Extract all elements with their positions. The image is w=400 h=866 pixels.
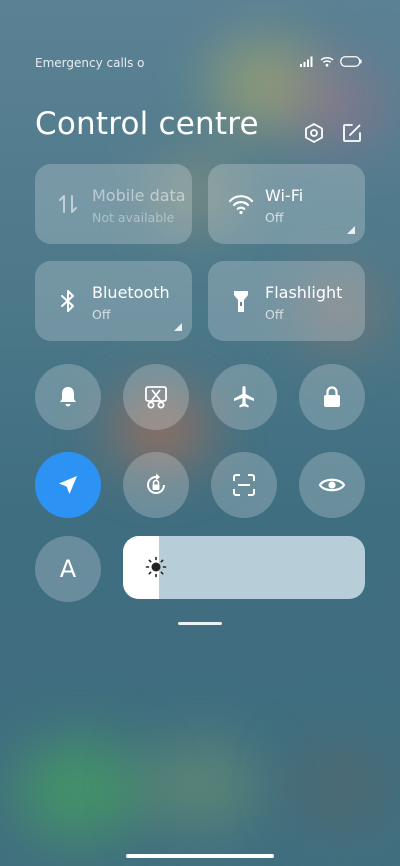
toggle-rotation-lock[interactable]	[123, 452, 189, 518]
screenshot-icon	[145, 386, 167, 409]
status-carrier-text: Emergency calls o	[35, 56, 145, 70]
tile-status: Off	[92, 307, 111, 322]
home-indicator[interactable]	[126, 854, 274, 858]
toggle-scanner[interactable]	[211, 452, 277, 518]
scanner-icon	[233, 474, 255, 496]
battery-icon	[340, 56, 362, 67]
auto-brightness-icon: A	[59, 555, 77, 583]
settings-icon[interactable]	[303, 122, 325, 144]
wallpaper-blob	[290, 740, 390, 830]
toggle-lock-screen[interactable]	[299, 364, 365, 430]
tile-flashlight[interactable]: Flashlight Off	[208, 261, 365, 341]
bell-icon	[60, 387, 76, 407]
location-icon	[59, 476, 77, 494]
status-icons	[300, 56, 362, 67]
wallpaper-blob	[140, 740, 260, 830]
signal-icon	[300, 56, 313, 67]
toggle-reading-mode[interactable]	[299, 452, 365, 518]
tile-bluetooth[interactable]: Bluetooth Off	[35, 261, 192, 341]
rotation-lock-icon	[147, 473, 165, 494]
tile-mobile-data[interactable]: Mobile data Not available	[35, 164, 192, 244]
eye-icon	[318, 478, 346, 492]
toggle-sound[interactable]	[35, 364, 101, 430]
brightness-slider[interactable]	[123, 536, 365, 599]
edit-icon[interactable]	[341, 122, 363, 144]
flashlight-icon	[234, 291, 248, 312]
expand-corner-icon[interactable]	[174, 323, 182, 331]
tile-label: Mobile data	[92, 186, 186, 205]
tile-status: Not available	[92, 210, 175, 225]
tile-wifi[interactable]: Wi-Fi Off	[208, 164, 365, 244]
tile-label: Flashlight	[265, 283, 343, 302]
wifi-icon	[320, 56, 334, 67]
airplane-icon	[234, 386, 254, 408]
toggle-airplane[interactable]	[211, 364, 277, 430]
sun-icon	[145, 556, 167, 578]
tile-label: Bluetooth	[92, 283, 170, 302]
lock-icon	[324, 386, 340, 407]
tile-status: Off	[265, 307, 284, 322]
toggle-screenshot[interactable]	[123, 364, 189, 430]
toggle-auto-brightness[interactable]: A	[35, 536, 101, 602]
bluetooth-icon	[61, 290, 74, 312]
page-title: Control centre	[35, 106, 259, 142]
mobile-data-icon	[59, 195, 77, 213]
expand-corner-icon[interactable]	[347, 226, 355, 234]
tile-label: Wi-Fi	[265, 186, 304, 205]
wifi-icon	[228, 195, 254, 215]
toggle-location[interactable]	[35, 452, 101, 518]
collapse-handle[interactable]	[178, 622, 222, 625]
wallpaper-blob	[15, 740, 145, 840]
tile-status: Off	[265, 210, 284, 225]
